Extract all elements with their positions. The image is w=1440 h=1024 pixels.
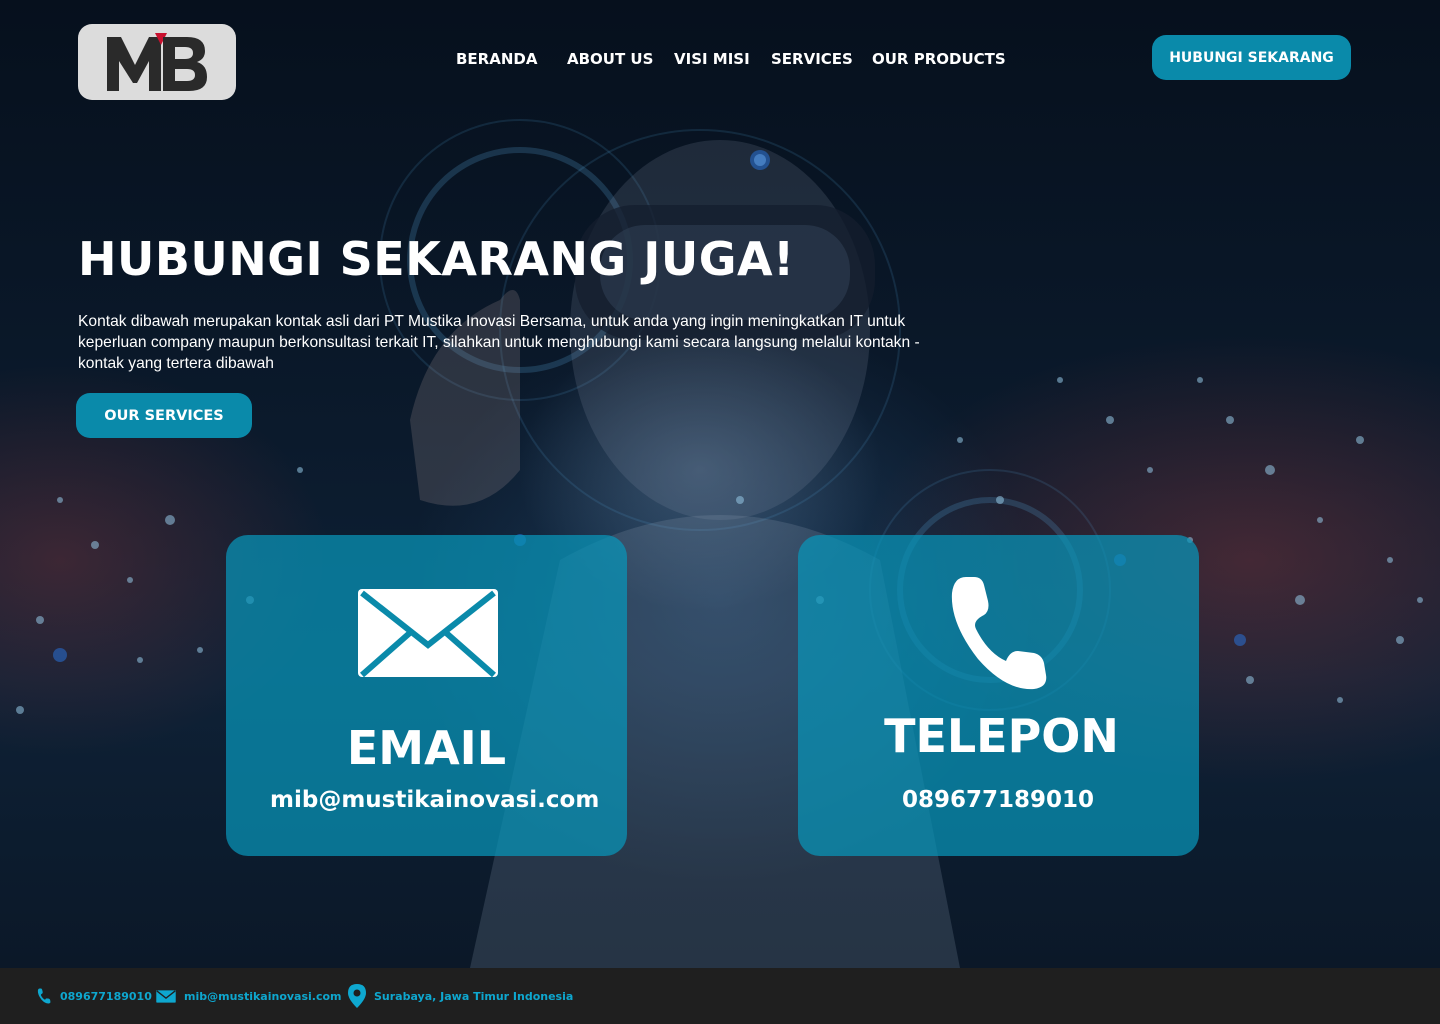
email-address[interactable]: mib@mustikainovasi.com (270, 787, 599, 813)
page-title: HUBUNGI SEKARANG JUGA! (78, 232, 795, 286)
location-pin-icon (348, 984, 366, 1008)
phone-number[interactable]: 089677189010 (902, 787, 1094, 813)
our-services-button[interactable]: OUR SERVICES (76, 393, 252, 438)
footer-bar: 089677189010 mib@mustikainovasi.com Sura… (0, 968, 1440, 1024)
nav-about-us[interactable]: ABOUT US (567, 50, 653, 68)
footer-phone[interactable]: 089677189010 (36, 968, 152, 1024)
footer-address[interactable]: Surabaya, Jawa Timur Indonesia (348, 968, 573, 1024)
nav-beranda[interactable]: BERANDA (456, 50, 537, 68)
mb-logo-icon (107, 33, 207, 91)
telepon-title: TELEPON (884, 709, 1119, 763)
nav-our-products[interactable]: OUR PRODUCTS (872, 50, 1006, 68)
phone-icon (37, 988, 51, 1004)
footer-phone-text: 089677189010 (60, 989, 152, 1003)
envelope-icon (156, 989, 176, 1003)
footer-address-text: Surabaya, Jawa Timur Indonesia (374, 989, 574, 1003)
footer-email[interactable]: mib@mustikainovasi.com (156, 968, 342, 1024)
phone-card[interactable]: TELEPON 089677189010 (798, 535, 1199, 856)
hero-background (0, 0, 1440, 968)
phone-icon (948, 573, 1048, 697)
background-illustration (16, 119, 1423, 968)
hubungi-sekarang-button[interactable]: HUBUNGI SEKARANG (1152, 35, 1351, 80)
footer-email-text: mib@mustikainovasi.com (184, 989, 342, 1003)
nav-services[interactable]: SERVICES (771, 50, 853, 68)
company-logo[interactable] (78, 24, 236, 100)
hero-description: Kontak dibawah merupakan kontak asli dar… (78, 313, 920, 372)
envelope-icon (356, 587, 500, 683)
email-card[interactable]: EMAIL mib@mustikainovasi.com (226, 535, 627, 856)
nav-visi-misi[interactable]: VISI MISI (674, 50, 750, 68)
email-title: EMAIL (346, 721, 507, 775)
